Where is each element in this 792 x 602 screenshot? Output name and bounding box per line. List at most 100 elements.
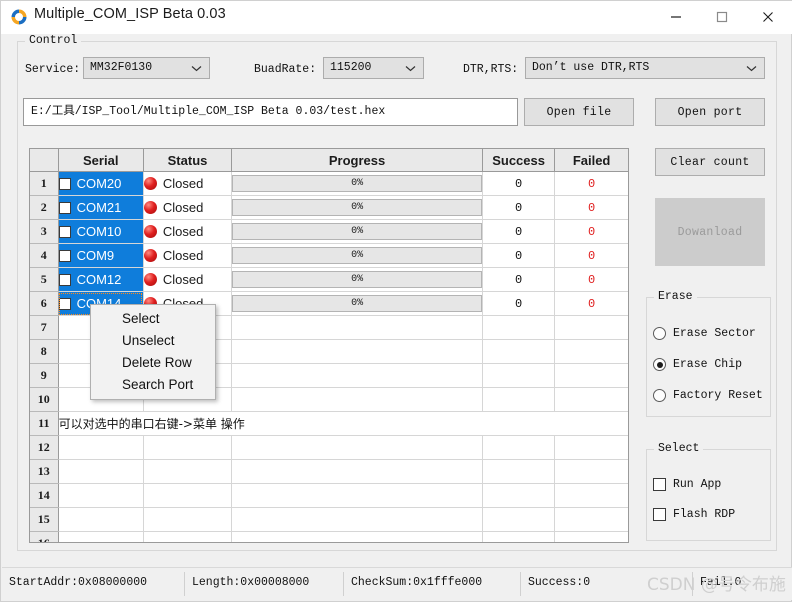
cell-status[interactable]: Closed — [143, 219, 233, 244]
cell-serial[interactable]: COM12 — [58, 267, 144, 292]
cell-failed-count[interactable]: 0 — [554, 171, 628, 196]
cell-progress[interactable]: 0% — [231, 171, 483, 196]
cell-status[interactable]: Closed — [143, 171, 233, 196]
cell-progress[interactable] — [231, 435, 483, 460]
cell-progress[interactable]: 0% — [231, 243, 483, 268]
table-row[interactable]: 4 COM9 Closed 0% 0 0 — [30, 243, 628, 268]
cell-failed-count[interactable] — [554, 339, 628, 364]
context-menu-item-select[interactable]: Select — [91, 308, 215, 330]
cell-status[interactable] — [143, 531, 233, 542]
radio-factory-reset[interactable]: Factory Reset — [653, 389, 763, 402]
cell-serial[interactable]: COM21 — [58, 195, 144, 220]
cell-status[interactable] — [143, 435, 233, 460]
cell-success-count[interactable] — [482, 459, 556, 484]
cell-serial[interactable]: COM9 — [58, 243, 144, 268]
cell-progress[interactable] — [231, 315, 483, 340]
cell-progress[interactable]: 0% — [231, 291, 483, 316]
table-row[interactable]: 13 — [30, 459, 628, 484]
cell-status[interactable] — [143, 507, 233, 532]
checkbox-square-icon[interactable] — [58, 225, 71, 238]
cell-progress[interactable] — [231, 363, 483, 388]
cell-failed-count[interactable]: 0 — [554, 195, 628, 220]
cell-progress[interactable] — [231, 483, 483, 508]
cell-failed-count[interactable] — [554, 387, 628, 412]
cell-failed-count[interactable]: 0 — [554, 219, 628, 244]
cell-success-count[interactable] — [482, 363, 556, 388]
cell-success-count[interactable] — [482, 507, 556, 532]
close-button[interactable] — [745, 1, 791, 33]
cell-serial[interactable] — [58, 483, 144, 508]
checkbox-run-app[interactable]: Run App — [653, 478, 721, 491]
cell-status[interactable] — [143, 459, 233, 484]
baudrate-dropdown[interactable]: 115200 — [323, 57, 424, 79]
row-header-number[interactable]: 16 — [30, 531, 59, 542]
table-row[interactable]: 15 — [30, 507, 628, 532]
cell-failed-count[interactable]: 0 — [554, 291, 628, 316]
context-menu-item-delete-row[interactable]: Delete Row — [91, 352, 215, 374]
cell-serial[interactable] — [58, 459, 144, 484]
row-header-number[interactable]: 14 — [30, 483, 59, 508]
cell-success-count[interactable]: 0 — [482, 243, 556, 268]
row-header-number[interactable]: 4 — [30, 243, 59, 268]
cell-status[interactable]: Closed — [143, 243, 233, 268]
table-row[interactable]: 16 — [30, 531, 628, 542]
table-row[interactable]: 3 COM10 Closed 0% 0 0 — [30, 219, 628, 244]
cell-success-count[interactable] — [482, 531, 556, 542]
file-path-input[interactable]: E:/工具/ISP_Tool/Multiple_COM_ISP Beta 0.0… — [23, 98, 518, 126]
row-header-number[interactable]: 7 — [30, 315, 59, 340]
cell-status[interactable]: Closed — [143, 195, 233, 220]
checkbox-square-icon[interactable] — [58, 177, 71, 190]
row-header-number[interactable]: 6 — [30, 291, 59, 316]
table-row[interactable]: 1 COM20 Closed 0% 0 0 — [30, 171, 628, 196]
row-header-number[interactable]: 13 — [30, 459, 59, 484]
cell-failed-count[interactable]: 0 — [554, 267, 628, 292]
row-header-number[interactable]: 10 — [30, 387, 59, 412]
cell-serial[interactable]: COM10 — [58, 219, 144, 244]
cell-success-count[interactable] — [482, 483, 556, 508]
download-button[interactable]: Dowanload — [655, 198, 765, 266]
cell-failed-count[interactable]: 0 — [554, 243, 628, 268]
cell-progress[interactable] — [231, 387, 483, 412]
cell-failed-count[interactable] — [554, 459, 628, 484]
open-port-button[interactable]: Open port — [655, 98, 765, 126]
context-menu[interactable]: Select Unselect Delete Row Search Port — [90, 304, 216, 400]
cell-serial[interactable] — [58, 531, 144, 542]
context-menu-item-search-port[interactable]: Search Port — [91, 374, 215, 396]
cell-success-count[interactable]: 0 — [482, 171, 556, 196]
cell-success-count[interactable]: 0 — [482, 219, 556, 244]
cell-status[interactable] — [143, 483, 233, 508]
checkbox-square-icon[interactable] — [58, 249, 71, 262]
cell-progress[interactable]: 0% — [231, 267, 483, 292]
column-header-success[interactable]: Success — [482, 149, 556, 172]
row-header-number[interactable]: 15 — [30, 507, 59, 532]
column-header-status[interactable]: Status — [143, 149, 233, 172]
cell-status[interactable]: Closed — [143, 267, 233, 292]
clear-count-button[interactable]: Clear count — [655, 148, 765, 176]
radio-erase-chip[interactable]: Erase Chip — [653, 358, 742, 371]
cell-progress[interactable]: 0% — [231, 219, 483, 244]
cell-progress[interactable]: 0% — [231, 195, 483, 220]
table-row[interactable]: 11 可以对选中的串口右键->菜单 操作 — [30, 411, 628, 436]
row-header-number[interactable]: 1 — [30, 171, 59, 196]
row-header-number[interactable]: 12 — [30, 435, 59, 460]
checkbox-flash-rdp[interactable]: Flash RDP — [653, 508, 735, 521]
context-menu-item-unselect[interactable]: Unselect — [91, 330, 215, 352]
column-header-progress[interactable]: Progress — [231, 149, 483, 172]
cell-serial[interactable] — [58, 435, 144, 460]
cell-progress[interactable] — [231, 339, 483, 364]
service-dropdown[interactable]: MM32F0130 — [83, 57, 210, 79]
cell-success-count[interactable] — [482, 339, 556, 364]
column-header-serial[interactable]: Serial — [58, 149, 144, 172]
checkbox-square-icon[interactable] — [58, 273, 71, 286]
maximize-button[interactable] — [699, 1, 745, 33]
cell-progress[interactable] — [231, 531, 483, 542]
cell-failed-count[interactable] — [554, 531, 628, 542]
checkbox-square-icon[interactable] — [58, 201, 71, 214]
cell-failed-count[interactable] — [554, 483, 628, 508]
row-header-number[interactable]: 8 — [30, 339, 59, 364]
row-header-number[interactable]: 9 — [30, 363, 59, 388]
cell-failed-count[interactable] — [554, 315, 628, 340]
open-file-button[interactable]: Open file — [524, 98, 634, 126]
cell-failed-count[interactable] — [554, 507, 628, 532]
cell-success-count[interactable] — [482, 315, 556, 340]
